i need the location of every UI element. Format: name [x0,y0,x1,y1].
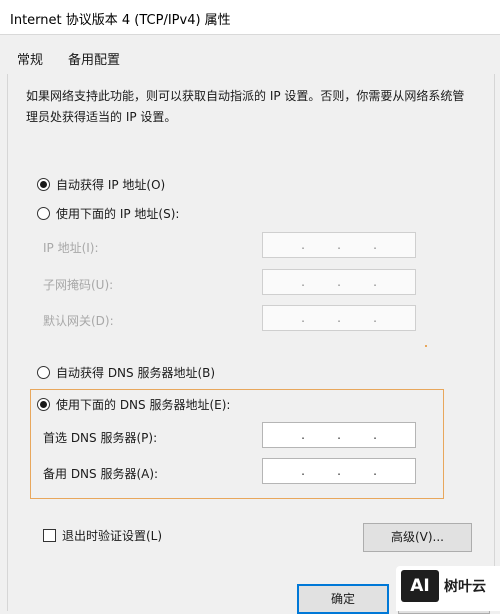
ip-separator: . [337,464,341,478]
ip-separator: . [373,428,377,442]
default-gateway-field[interactable]: ... [262,305,416,331]
radio-auto-ip[interactable]: 自动获得 IP 地址(O) [37,176,165,193]
subnet-mask-field[interactable]: ... [262,269,416,295]
validate-settings-label: 退出时验证设置(L) [62,529,163,543]
radio-auto-dns-label: 自动获得 DNS 服务器地址(B) [56,366,216,380]
title-bar: Internet 协议版本 4 (TCP/IPv4) 属性 [0,0,500,35]
checkbox[interactable] [43,529,56,542]
ip-address-field[interactable]: ... [262,232,416,258]
alternate-dns-field[interactable]: ... [262,458,416,484]
ip-separator: . [337,238,341,252]
validate-settings-checkbox[interactable]: 退出时验证设置(L) [43,527,162,544]
ok-button[interactable]: 确定 [297,584,389,614]
ip-separator: . [301,428,305,442]
description-text: 如果网络支持此功能，则可以获取自动指派的 IP 设置。否则，你需要从网络系统管理… [26,89,465,124]
ip-separator: . [301,238,305,252]
radio-auto-ip-label: 自动获得 IP 地址(O) [56,178,166,192]
radio-manual-dns[interactable]: 使用下面的 DNS 服务器地址(E): [37,396,230,413]
preferred-dns-label: 首选 DNS 服务器(P): [43,431,158,445]
ip-separator: . [337,428,341,442]
ip-separator: . [373,464,377,478]
radio-auto-dns[interactable]: 自动获得 DNS 服务器地址(B) [37,364,215,381]
advanced-button[interactable]: 高级(V)... [363,523,472,552]
default-gateway-label: 默认网关(D): [43,314,114,328]
watermark-text: 树叶云 [444,579,486,595]
radio-manual-dns-label: 使用下面的 DNS 服务器地址(E): [56,398,231,412]
radio-manual-ip[interactable]: 使用下面的 IP 地址(S): [37,205,179,222]
tab-alternate-config[interactable]: 备用配置 [68,49,120,68]
ip-separator: . [337,275,341,289]
radio-button-checked[interactable] [37,178,50,191]
ip-separator: . [301,275,305,289]
radio-button[interactable] [37,207,50,220]
tab-strip: 常规 备用配置 [0,34,500,74]
radio-button[interactable] [37,366,50,379]
window-title: Internet 协议版本 4 (TCP/IPv4) 属性 [10,13,231,28]
tab-general[interactable]: 常规 [17,49,43,68]
preferred-dns-field[interactable]: ... [262,422,416,448]
radio-manual-ip-label: 使用下面的 IP 地址(S): [56,207,180,221]
radio-button-checked[interactable] [37,398,50,411]
watermark-logo: AI [401,570,439,602]
ip-separator: . [337,311,341,325]
ip-separator: . [373,311,377,325]
ip-separator: . [373,275,377,289]
subnet-mask-label: 子网掩码(U): [43,278,114,292]
ip-address-label: IP 地址(I): [43,241,99,255]
ip-separator: . [373,238,377,252]
ip-separator: . [301,311,305,325]
divider-mark [425,345,427,347]
alternate-dns-label: 备用 DNS 服务器(A): [43,467,159,481]
ip-separator: . [301,464,305,478]
